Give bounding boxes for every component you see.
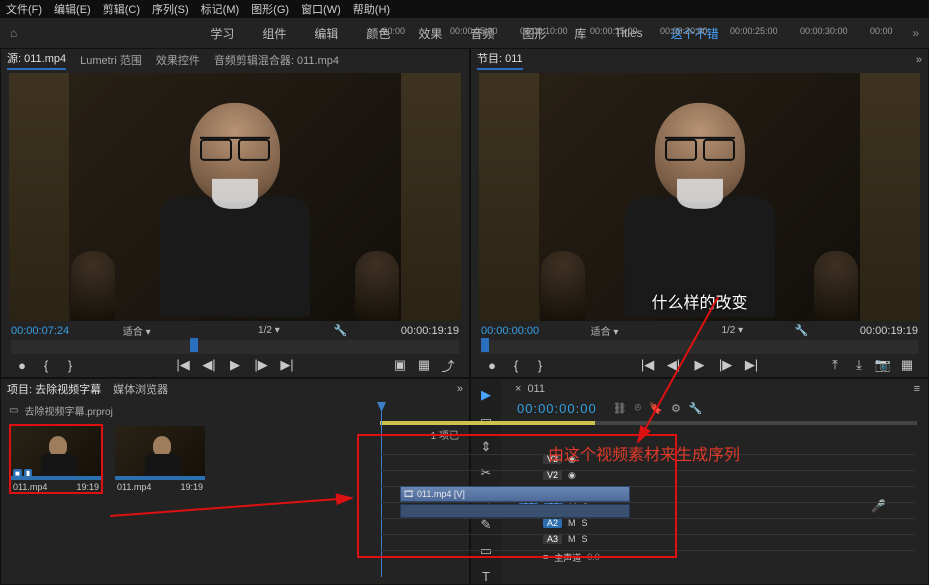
overwrite-icon[interactable]: ▦: [417, 358, 431, 372]
project-item-selected[interactable]: ■▮ 011.mp4 19:19: [9, 424, 103, 494]
source-monitor-panel: 源: 011.mp4 Lumetri 范围 效果控件 音频剪辑混合器: 011.…: [0, 48, 470, 378]
panel-menu-icon[interactable]: ≡: [914, 383, 920, 395]
source-tc-bar: 00:00:07:24 适合 ▾ 1/2 ▾ 🔧 00:00:19:19: [1, 321, 469, 340]
panel-overflow-icon[interactable]: »: [457, 383, 463, 395]
menu-file[interactable]: 文件(F): [6, 1, 42, 17]
mark-in-icon[interactable]: {: [509, 358, 523, 372]
add-marker-icon[interactable]: ●: [485, 358, 499, 372]
program-res-dropdown[interactable]: 1/2 ▾: [721, 325, 743, 336]
ws-editing[interactable]: 编辑: [314, 25, 338, 42]
audio-clip[interactable]: [400, 504, 630, 518]
snap-icon[interactable]: ⛓: [613, 402, 627, 415]
program-monitor-panel: 节目: 011 » 什么样的改变 00:00:00:00 适合 ▾ 1/2 ▾ …: [470, 48, 929, 378]
tab-project[interactable]: 项目: 去除视频字幕: [7, 381, 101, 397]
timeline-ruler[interactable]: :00:00 00:00:05:00 00:00:10:00 00:00:15:…: [380, 26, 917, 46]
clip-duration: 19:19: [76, 482, 99, 492]
menu-marker[interactable]: 标记(M): [201, 1, 240, 17]
source-transport: ● { } |◀ ◀| ▶ |▶ ▶| ▣ ▦ ⤴: [1, 354, 469, 378]
source-res-dropdown[interactable]: 1/2 ▾: [258, 325, 280, 336]
step-fwd-icon[interactable]: |▶: [719, 358, 733, 372]
video-caption: 什么样的改变: [651, 289, 747, 313]
tab-effect-controls[interactable]: 效果控件: [156, 52, 200, 68]
app-menubar[interactable]: 文件(F) 编辑(E) 剪辑(C) 序列(S) 标记(M) 图形(G) 窗口(W…: [0, 0, 929, 18]
tab-lumetri[interactable]: Lumetri 范围: [80, 52, 142, 68]
safe-margins-icon[interactable]: ▦: [900, 358, 914, 372]
mark-out-icon[interactable]: }: [533, 358, 547, 372]
program-duration: 00:00:19:19: [860, 325, 918, 337]
program-timecode[interactable]: 00:00:00:00: [481, 325, 539, 337]
panel-menu-icon[interactable]: »: [916, 54, 922, 66]
lift-icon[interactable]: ⤒: [828, 358, 842, 372]
step-back-icon[interactable]: ◀|: [202, 358, 216, 372]
menu-clip[interactable]: 剪辑(C): [103, 1, 140, 17]
linked-sel-icon[interactable]: ⌾: [635, 402, 642, 415]
mark-out-icon[interactable]: }: [63, 358, 77, 372]
menu-edit[interactable]: 编辑(E): [54, 1, 91, 17]
step-back-icon[interactable]: ◀|: [667, 358, 681, 372]
clip-name: 011.mp4: [13, 482, 47, 492]
menu-graphics[interactable]: 图形(G): [251, 1, 289, 17]
program-viewer[interactable]: 什么样的改变: [479, 73, 920, 321]
sequence-tab[interactable]: 011: [527, 383, 545, 395]
insert-icon[interactable]: ▣: [393, 358, 407, 372]
program-tabs: 节目: 011 »: [471, 49, 928, 71]
timeline-timecode[interactable]: 00:00:00:00: [517, 401, 597, 416]
program-tc-bar: 00:00:00:00 适合 ▾ 1/2 ▾ 🔧 00:00:19:19: [471, 321, 928, 340]
wrench-icon[interactable]: 🔧: [333, 324, 347, 337]
camera-icon[interactable]: 📷: [876, 358, 890, 372]
go-to-out-icon[interactable]: ▶|: [745, 358, 759, 372]
source-duration: 00:00:19:19: [401, 325, 459, 337]
menu-sequence[interactable]: 序列(S): [152, 1, 189, 17]
clip-name: 011.mp4: [117, 482, 151, 492]
export-frame-icon[interactable]: ⤴: [441, 358, 455, 372]
tab-source[interactable]: 源: 011.mp4: [7, 50, 66, 70]
project-path: 去除视频字幕.prproj: [24, 403, 112, 418]
bin-icon: ▭: [9, 405, 18, 416]
tab-program[interactable]: 节目: 011: [477, 50, 523, 70]
extract-icon[interactable]: ⤓: [852, 358, 866, 372]
go-to-in-icon[interactable]: |◀: [176, 358, 190, 372]
home-icon[interactable]: ⌂: [10, 26, 17, 40]
mark-in-icon[interactable]: {: [39, 358, 53, 372]
ws-learn[interactable]: 学习: [210, 25, 234, 42]
wrench-icon[interactable]: 🔧: [795, 324, 809, 337]
source-fit-dropdown[interactable]: 适合 ▾: [123, 323, 151, 338]
source-timecode[interactable]: 00:00:07:24: [11, 325, 69, 337]
wrench-icon[interactable]: 🔧: [689, 402, 703, 415]
selection-tool-icon[interactable]: ▶: [481, 387, 491, 403]
tab-close-icon[interactable]: ×: [515, 383, 521, 395]
tab-audio-mixer[interactable]: 音频剪辑混合器: 011.mp4: [214, 52, 339, 68]
go-to-out-icon[interactable]: ▶|: [280, 358, 294, 372]
source-scrub[interactable]: [11, 340, 459, 354]
marker-icon[interactable]: 🔖: [649, 402, 663, 415]
menu-help[interactable]: 帮助(H): [353, 1, 390, 17]
video-clip[interactable]: 011.mp4 [V]: [400, 486, 630, 502]
settings-icon[interactable]: ⚙: [671, 402, 681, 415]
menu-window[interactable]: 窗口(W): [301, 1, 341, 17]
program-transport: ● { } |◀ ◀| ▶ |▶ ▶| ⤒ ⤓ 📷 ▦: [471, 354, 928, 378]
play-icon[interactable]: ▶: [228, 358, 242, 372]
program-fit-dropdown[interactable]: 适合 ▾: [591, 323, 619, 338]
annotation-text: 由这个视频素材来生成序列: [548, 441, 740, 465]
work-area-bar[interactable]: [380, 421, 917, 425]
source-tabs: 源: 011.mp4 Lumetri 范围 效果控件 音频剪辑混合器: 011.…: [1, 49, 469, 71]
source-viewer[interactable]: [9, 73, 461, 321]
program-scrub[interactable]: [481, 340, 918, 354]
ws-assembly[interactable]: 组件: [262, 25, 286, 42]
project-item[interactable]: 011.mp4 19:19: [113, 424, 207, 494]
tab-media-browser[interactable]: 媒体浏览器: [113, 381, 168, 397]
clip-duration: 19:19: [180, 482, 203, 492]
add-marker-icon[interactable]: ●: [15, 358, 29, 372]
step-fwd-icon[interactable]: |▶: [254, 358, 268, 372]
play-icon[interactable]: ▶: [693, 358, 707, 372]
go-to-in-icon[interactable]: |◀: [641, 358, 655, 372]
